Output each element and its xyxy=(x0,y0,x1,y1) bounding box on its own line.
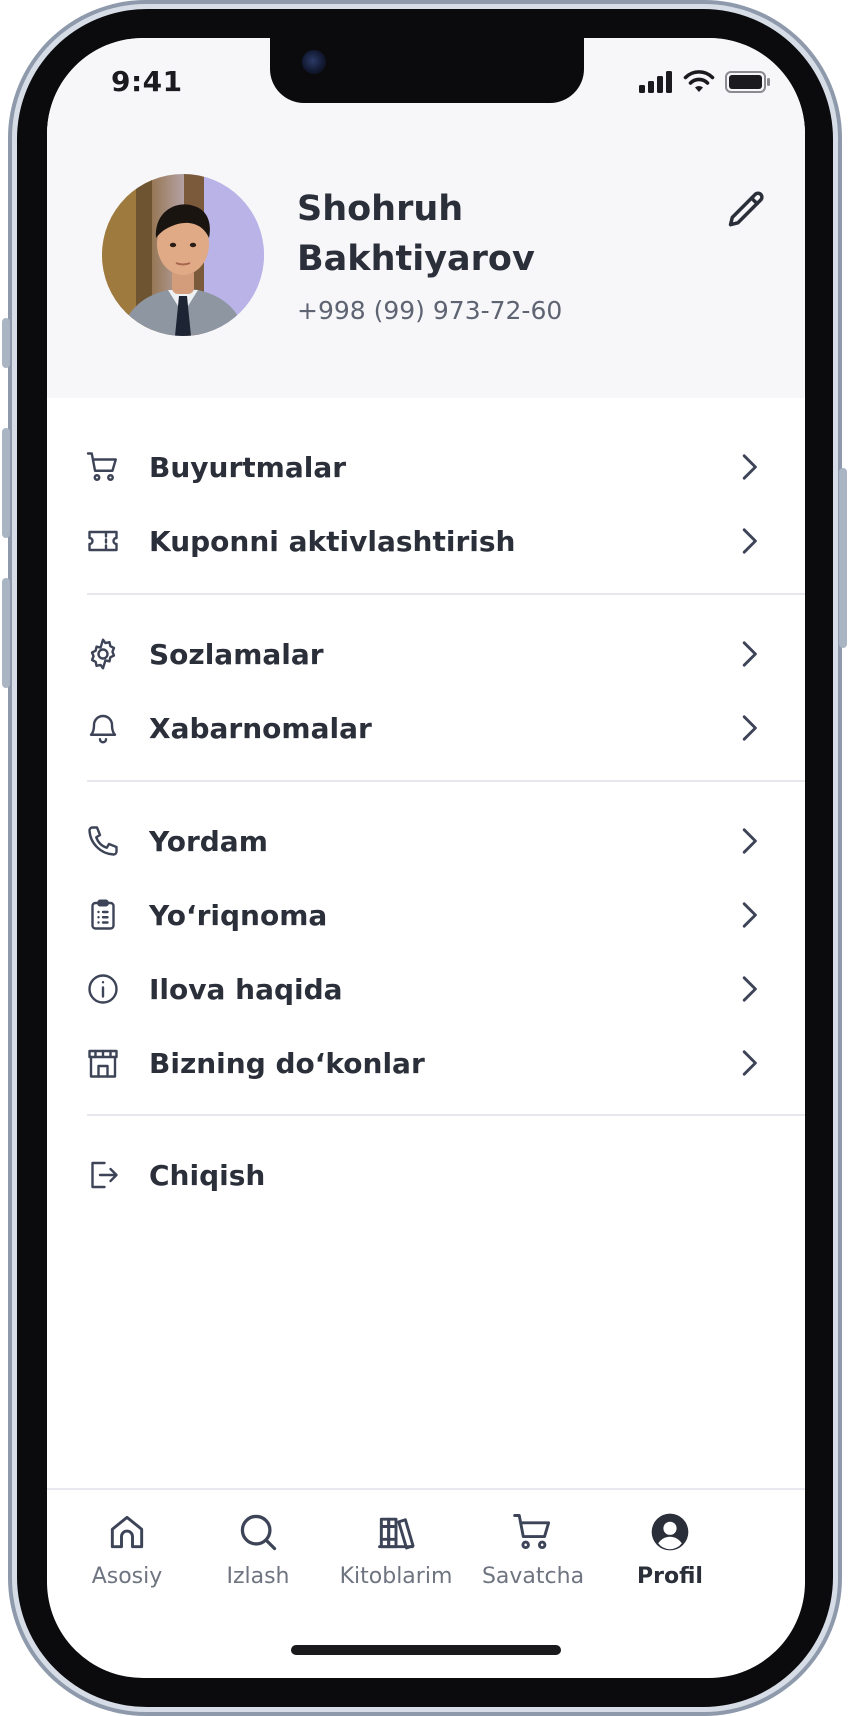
menu-item-orders[interactable]: Buyurtmalar xyxy=(83,435,763,499)
tab-home[interactable]: Asosiy xyxy=(62,1508,192,1608)
screen: 9:41 Shohruh Bakhtiyarov +998 (99) 973-7… xyxy=(47,38,805,1678)
books-icon xyxy=(372,1508,420,1556)
cart-icon xyxy=(83,447,123,487)
menu-item-stores[interactable]: Bizning do‘konlar xyxy=(83,1031,763,1095)
menu-item-notifications[interactable]: Xabarnomalar xyxy=(83,696,763,760)
chevron-right-icon xyxy=(735,708,763,748)
home-indicator xyxy=(291,1645,561,1655)
tab-search[interactable]: Izlash xyxy=(193,1508,323,1608)
search-icon xyxy=(234,1508,282,1556)
tab-profile[interactable]: Profil xyxy=(605,1508,735,1608)
menu-item-label: Xabarnomalar xyxy=(149,711,372,745)
store-icon xyxy=(83,1043,123,1083)
chevron-right-icon xyxy=(735,634,763,674)
logout-label: Chiqish xyxy=(149,1158,266,1192)
divider xyxy=(87,780,805,782)
menu-item-label: Kuponni aktivlashtirish xyxy=(149,524,516,558)
status-time: 9:41 xyxy=(111,65,183,98)
gear-icon xyxy=(83,634,123,674)
tab-label: Asosiy xyxy=(91,1564,163,1589)
ticket-icon xyxy=(83,521,123,561)
tab-label: Profil xyxy=(637,1564,703,1589)
menu-item-help[interactable]: Yordam xyxy=(83,809,763,873)
logout-button[interactable]: Chiqish xyxy=(83,1143,763,1207)
profile-icon xyxy=(646,1508,694,1556)
cart-icon xyxy=(509,1508,557,1556)
divider xyxy=(87,593,805,595)
tabbar-divider xyxy=(47,1488,805,1490)
status-icons xyxy=(639,70,771,94)
chevron-right-icon xyxy=(735,447,763,487)
chevron-right-icon xyxy=(735,821,763,861)
user-phone: +998 (99) 973-72-60 xyxy=(297,296,563,325)
menu-item-settings[interactable]: Sozlamalar xyxy=(83,622,763,686)
clipboard-icon xyxy=(83,895,123,935)
home-icon xyxy=(103,1508,151,1556)
notch xyxy=(270,38,584,103)
menu-item-about[interactable]: Ilova haqida xyxy=(83,957,763,1021)
edit-profile-button[interactable] xyxy=(725,188,769,232)
front-camera xyxy=(302,50,326,74)
divider xyxy=(87,1114,805,1116)
menu-item-label: Buyurtmalar xyxy=(149,450,347,484)
signal-icon xyxy=(639,71,672,93)
chevron-right-icon xyxy=(735,895,763,935)
volume-down-button xyxy=(2,578,10,688)
menu-item-label: Yo‘riqnoma xyxy=(149,898,328,932)
menu-item-guide[interactable]: Yo‘riqnoma xyxy=(83,883,763,947)
bell-icon xyxy=(83,708,123,748)
avatar-photo xyxy=(102,174,264,336)
menu-item-coupon[interactable]: Kuponni aktivlashtirish xyxy=(83,509,763,573)
pencil-icon xyxy=(728,191,764,227)
menu-item-label: Ilova haqida xyxy=(149,972,343,1006)
tab-label: Izlash xyxy=(226,1564,290,1589)
menu-item-label: Sozlamalar xyxy=(149,637,324,671)
volume-up-button xyxy=(2,428,10,538)
chevron-right-icon xyxy=(735,521,763,561)
phone-icon xyxy=(83,821,123,861)
info-icon xyxy=(83,969,123,1009)
wifi-icon xyxy=(683,70,715,92)
tab-label: Savatcha xyxy=(481,1564,585,1589)
tab-label: Kitoblarim xyxy=(339,1564,453,1589)
tab-cart[interactable]: Savatcha xyxy=(468,1508,598,1608)
power-button xyxy=(839,468,847,648)
menu-item-label: Bizning do‘konlar xyxy=(149,1046,425,1080)
action-button xyxy=(2,318,10,368)
battery-icon xyxy=(725,71,770,93)
logout-icon xyxy=(83,1155,123,1195)
tab-books[interactable]: Kitoblarim xyxy=(331,1508,461,1608)
user-name: Shohruh Bakhtiyarov xyxy=(297,189,535,279)
menu-item-label: Yordam xyxy=(149,824,268,858)
avatar xyxy=(102,174,264,336)
chevron-right-icon xyxy=(735,969,763,1009)
chevron-right-icon xyxy=(735,1043,763,1083)
